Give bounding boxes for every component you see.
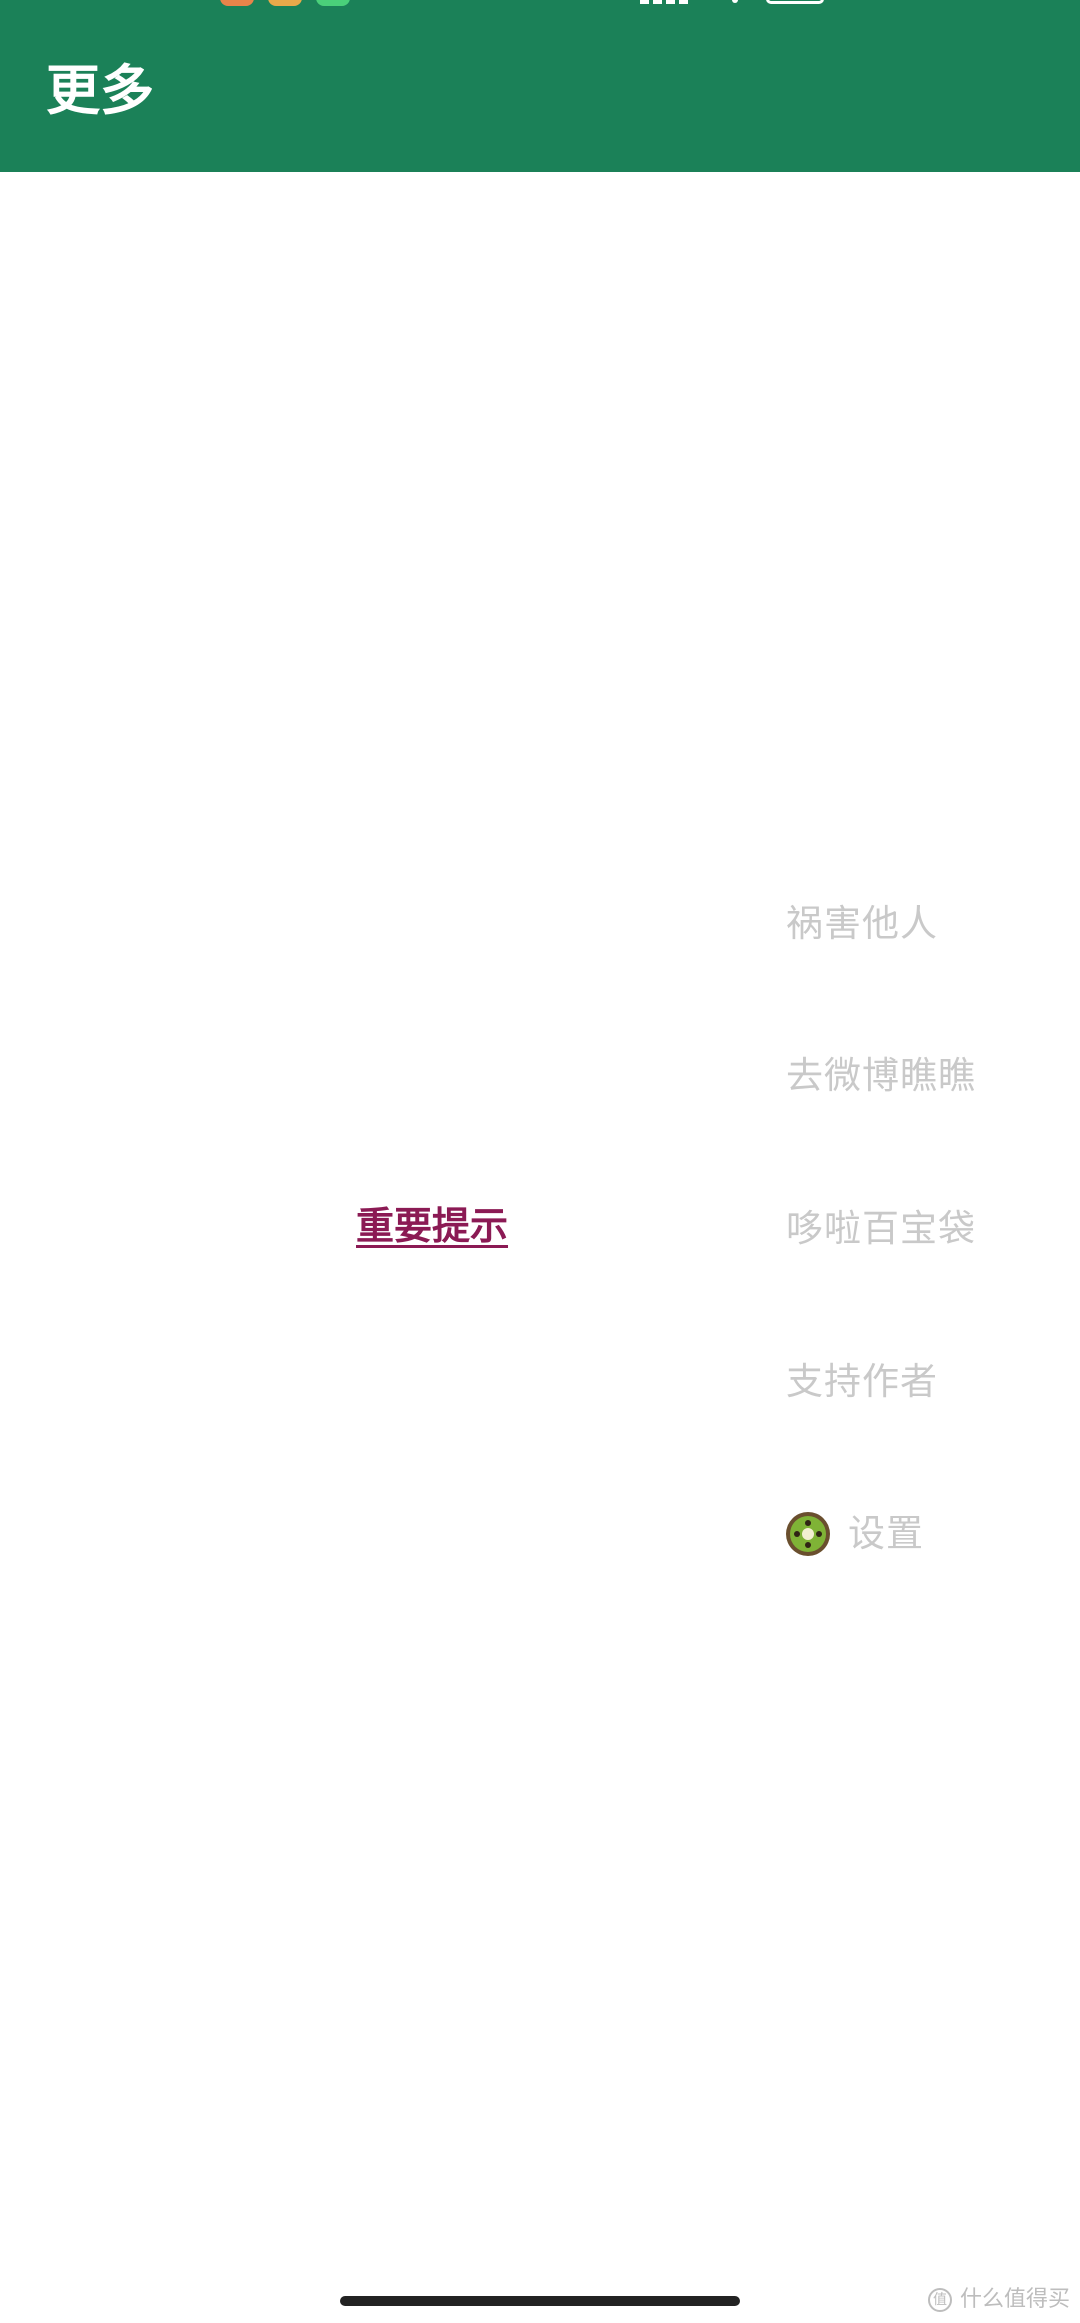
watermark-logo-icon: 值 <box>927 2288 952 2312</box>
home-indicator[interactable] <box>340 2296 740 2306</box>
side-menu: 祸害他人 去微博瞧瞧 哆啦百宝袋 支持作者 设置 <box>786 894 1080 1654</box>
wifi-icon <box>732 0 738 3</box>
menu-item-label: 支持作者 <box>786 1360 938 1403</box>
notification-icon <box>220 0 254 6</box>
status-time <box>48 0 208 6</box>
screen: 更多 重要提示 祸害他人 去微博瞧瞧 哆啦百宝袋 支持作者 设置 值 什么值得买 <box>0 0 1080 2323</box>
notification-icon <box>268 0 302 6</box>
menu-item-label: 去微博瞧瞧 <box>786 1054 976 1097</box>
menu-item-settings[interactable]: 设置 <box>786 1504 924 1564</box>
battery-icon <box>766 0 824 4</box>
menu-item-support-author[interactable]: 支持作者 <box>786 1352 938 1412</box>
menu-item-harm-others[interactable]: 祸害他人 <box>786 894 938 954</box>
important-notice-link[interactable]: 重要提示 <box>356 1198 508 1254</box>
menu-item-label: 设置 <box>848 1512 924 1555</box>
menu-item-weibo[interactable]: 去微博瞧瞧 <box>786 1046 976 1106</box>
menu-item-label: 哆啦百宝袋 <box>786 1207 976 1250</box>
watermark: 值 什么值得买 <box>927 2282 1070 2318</box>
page-title: 更多 <box>46 59 154 122</box>
notification-icon <box>316 0 350 6</box>
signal-icon <box>640 0 700 4</box>
app-bar: 更多 <box>0 0 1080 172</box>
status-bar <box>0 0 1080 10</box>
watermark-text: 什么值得买 <box>959 2287 1070 2312</box>
kiwi-icon <box>786 1512 830 1556</box>
menu-item-doraemon-bag[interactable]: 哆啦百宝袋 <box>786 1199 976 1259</box>
menu-item-label: 祸害他人 <box>786 902 938 945</box>
